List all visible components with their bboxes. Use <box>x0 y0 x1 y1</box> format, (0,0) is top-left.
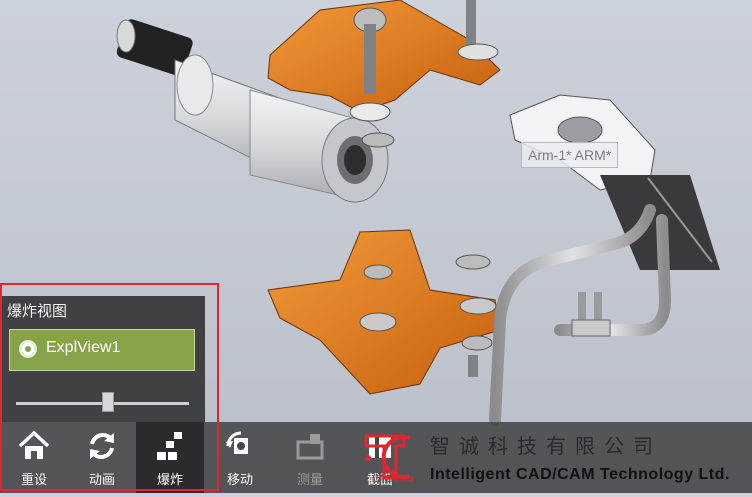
home-icon <box>18 430 50 459</box>
move-icon <box>226 431 248 454</box>
component-tooltip: Arm-1* ARM* <box>521 142 619 168</box>
explode-label: 爆炸 <box>156 473 183 488</box>
move-button[interactable]: 移动 <box>206 422 274 493</box>
exploded-view-label: ExplView1 <box>46 339 121 356</box>
explode-view-panel: 爆炸视图 ExplView1 <box>0 296 205 422</box>
reset-button[interactable]: 重设 <box>0 422 68 493</box>
animate-button[interactable]: 动画 <box>68 422 136 493</box>
explode-button[interactable]: 爆炸 <box>136 422 204 493</box>
panel-title: 爆炸视图 <box>7 302 68 320</box>
radio-selected-icon[interactable] <box>19 340 37 358</box>
measure-button[interactable]: 测量 <box>276 422 344 493</box>
company-name-en: Intelligent CAD/CAM Technology Ltd. <box>430 466 730 483</box>
measure-icon <box>296 434 324 460</box>
measure-label: 测量 <box>296 473 323 488</box>
exploded-view-item[interactable]: ExplView1 <box>9 329 195 371</box>
company-name-cn: 智诚科技有限公司 <box>430 434 662 458</box>
bolt-part <box>571 292 611 337</box>
logo-text: CAD/CAM <box>372 474 414 484</box>
move-label: 移动 <box>226 473 253 488</box>
animate-label: 动画 <box>88 473 115 488</box>
reset-label: 重设 <box>20 473 47 488</box>
explode-icon <box>157 432 182 460</box>
lower-bracket-part <box>267 229 501 395</box>
explode-slider-thumb[interactable] <box>101 392 114 412</box>
refresh-icon <box>90 433 114 459</box>
